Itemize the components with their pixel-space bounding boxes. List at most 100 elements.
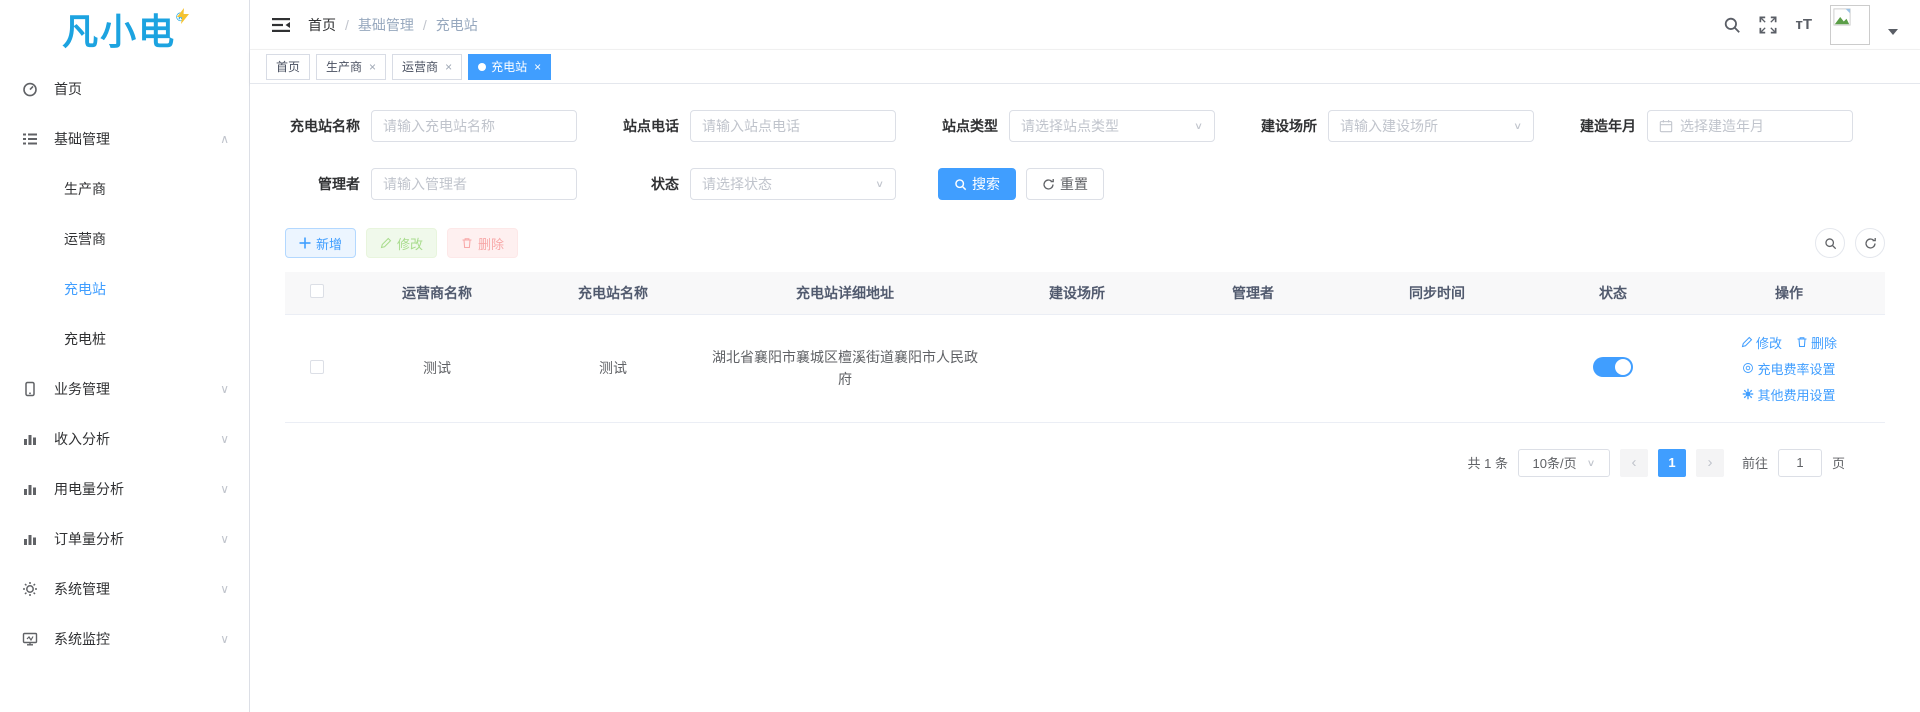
site-phone-input-field[interactable] [702, 118, 884, 134]
select-all-header [285, 272, 349, 314]
bar-chart-icon [22, 481, 38, 497]
breadcrumb-home[interactable]: 首页 [308, 15, 336, 35]
tab-producer[interactable]: 生产商 × [316, 54, 386, 80]
edit-button[interactable]: 修改 [366, 228, 437, 258]
reset-button[interactable]: 重置 [1026, 168, 1104, 200]
row-delete-link[interactable]: 删除 [1796, 333, 1837, 352]
chevron-down-icon: ∨ [220, 432, 229, 446]
trash-icon [1796, 336, 1808, 348]
station-name-input[interactable] [371, 110, 577, 142]
navbar-actions: тT [1723, 5, 1898, 45]
select-placeholder: 请选择站点类型 [1021, 116, 1119, 136]
chevron-down-icon: ∨ [1194, 120, 1203, 131]
sidebar-collapse-icon[interactable] [272, 17, 290, 33]
cell-station-name: 测试 [525, 314, 701, 422]
sidebar-item-business-management[interactable]: 业务管理 ∨ [0, 364, 249, 414]
tab-charging-station[interactable]: 充电站 × [468, 54, 551, 80]
select-placeholder: 请输入建设场所 [1340, 116, 1438, 136]
filter-build-place: 建设场所 请输入建设场所 ∨ [1257, 110, 1534, 142]
table-header-row: 运营商名称 充电站名称 充电站详细地址 建设场所 管理者 同步时间 状态 操作 [285, 272, 1885, 314]
sidebar-item-charging-station[interactable]: 充电站 [0, 264, 249, 314]
delete-button[interactable]: 删除 [447, 228, 518, 258]
sidebar-item-income-analysis[interactable]: 收入分析 ∨ [0, 414, 249, 464]
sidebar-item-electricity-analysis[interactable]: 用电量分析 ∨ [0, 464, 249, 514]
fullscreen-icon[interactable] [1759, 16, 1777, 34]
search-button[interactable]: 搜索 [938, 168, 1016, 200]
close-icon[interactable]: × [534, 60, 541, 74]
sidebar-item-home[interactable]: 首页 [0, 64, 249, 114]
toggle-search-button[interactable] [1815, 228, 1845, 258]
monitor-icon [22, 631, 38, 647]
sidebar-item-basic-management[interactable]: 基础管理 ∧ [0, 114, 249, 164]
list-icon [22, 131, 38, 147]
next-page-button[interactable]: › [1696, 449, 1724, 477]
sidebar-item-label: 首页 [54, 79, 82, 99]
page-number-label: 1 [1668, 455, 1675, 470]
sidebar-item-system-monitor[interactable]: 系统监控 ∨ [0, 614, 249, 664]
column-header: 同步时间 [1341, 272, 1533, 314]
chevron-down-icon: ∨ [220, 382, 229, 396]
manager-input-field[interactable] [383, 176, 565, 192]
goto-page-input[interactable] [1778, 449, 1822, 477]
build-place-select[interactable]: 请输入建设场所 ∨ [1328, 110, 1534, 142]
sidebar-item-label: 充电站 [64, 279, 106, 299]
goto-label: 前往 [1742, 453, 1768, 472]
sidebar-item-charging-pile[interactable]: 充电桩 [0, 314, 249, 364]
tab-operator[interactable]: 运营商 × [392, 54, 462, 80]
manager-input[interactable] [371, 168, 577, 200]
station-name-input-field[interactable] [383, 118, 565, 134]
font-size-icon[interactable]: тT [1795, 16, 1812, 33]
filter-site-phone: 站点电话 [619, 110, 896, 142]
page-number-button[interactable]: 1 [1658, 449, 1686, 477]
chevron-left-icon: ‹ [1631, 454, 1636, 471]
status-select[interactable]: 请选择状态 ∨ [690, 168, 896, 200]
prev-page-button[interactable]: ‹ [1620, 449, 1648, 477]
site-type-select[interactable]: 请选择站点类型 ∨ [1009, 110, 1215, 142]
cell-build-place [989, 314, 1165, 422]
row-other-fee-link[interactable]: 其他费用设置 [1742, 385, 1835, 404]
gear-icon [1742, 388, 1754, 400]
field-label: 状态 [619, 174, 679, 194]
chevron-down-icon: ∨ [1513, 120, 1522, 131]
build-month-datepicker[interactable]: 选择建造年月 [1647, 110, 1853, 142]
close-icon[interactable]: × [369, 60, 376, 74]
sidebar-item-producer[interactable]: 生产商 [0, 164, 249, 214]
gear-outline-icon [1742, 362, 1754, 374]
close-icon[interactable]: × [445, 60, 452, 74]
refresh-icon [1864, 237, 1877, 250]
breadcrumb-basic-management[interactable]: 基础管理 [358, 15, 414, 35]
sidebar-item-label: 业务管理 [54, 379, 110, 399]
user-avatar[interactable] [1830, 5, 1870, 45]
top-navbar: 首页 / 基础管理 / 充电站 [250, 0, 1920, 50]
table-row: 测试 测试 湖北省襄阳市襄城区檀溪街道襄阳市人民政府 [285, 314, 1885, 422]
column-header: 状态 [1533, 272, 1693, 314]
site-phone-input[interactable] [690, 110, 896, 142]
field-label: 站点类型 [938, 116, 998, 136]
search-icon[interactable] [1723, 16, 1741, 34]
add-button[interactable]: 新增 [285, 228, 356, 258]
row-edit-link[interactable]: 修改 [1741, 333, 1782, 352]
row-charging-rate-link[interactable]: 充电费率设置 [1742, 359, 1835, 378]
phone-icon [22, 381, 38, 397]
sidebar-item-operator[interactable]: 运营商 [0, 214, 249, 264]
reset-button-label: 重置 [1060, 174, 1088, 194]
chevron-down-icon: ∨ [220, 532, 229, 546]
pagination-total: 共 1 条 [1468, 453, 1508, 472]
sidebar-item-system-management[interactable]: 系统管理 ∨ [0, 564, 249, 614]
select-all-checkbox[interactable] [310, 284, 324, 298]
refresh-table-button[interactable] [1855, 228, 1885, 258]
status-toggle[interactable] [1593, 357, 1633, 377]
page-size-select[interactable]: 10条/页 ∨ [1518, 449, 1610, 477]
tab-home[interactable]: 首页 [266, 54, 310, 80]
table-toolbar: 新增 修改 删除 [250, 226, 1920, 272]
sidebar-item-order-analysis[interactable]: 订单量分析 ∨ [0, 514, 249, 564]
chevron-down-icon: ∨ [220, 482, 229, 496]
delete-button-label: 删除 [478, 234, 504, 253]
row-other-fee-label: 其他费用设置 [1757, 385, 1835, 404]
field-label: 站点电话 [619, 116, 679, 136]
user-menu-caret-icon[interactable] [1888, 29, 1898, 35]
sidebar-item-label: 生产商 [64, 179, 106, 199]
row-checkbox[interactable] [310, 360, 324, 374]
tab-label: 生产商 [326, 58, 362, 75]
sidebar-item-label: 运营商 [64, 229, 106, 249]
